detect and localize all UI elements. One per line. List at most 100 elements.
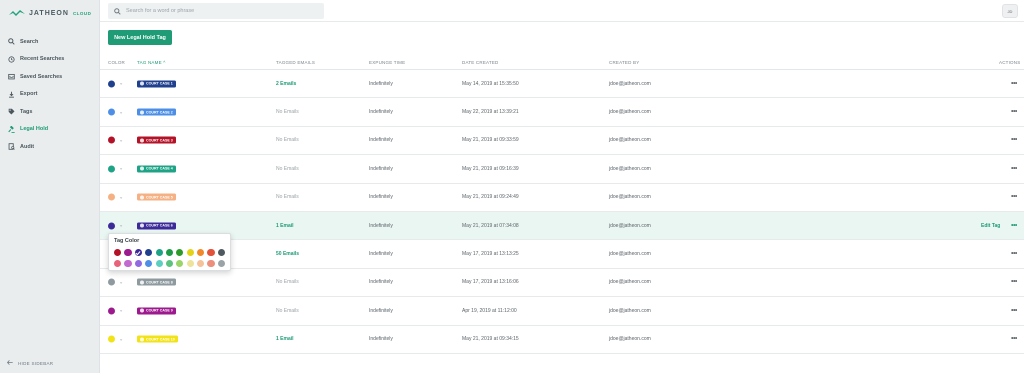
created-by: jdoe@jatheon.com [609,194,651,201]
color-picker-trigger[interactable]: ⌄ [108,222,123,230]
tagged-emails[interactable]: 50 Emails [276,251,299,257]
color-swatch[interactable] [145,249,153,257]
color-swatch[interactable] [165,260,174,268]
tag-name: COURT CASE 6 [146,223,173,228]
sidebar-item-search[interactable]: Search [0,33,100,51]
color-picker-trigger[interactable]: ⌄ [108,80,123,88]
tag-icon [140,337,144,342]
color-swatch[interactable] [197,249,205,257]
tagged-emails[interactable]: 2 Emails [276,81,296,87]
more-actions-icon[interactable]: ••• [1011,80,1017,87]
color-swatch[interactable] [207,249,215,257]
color-swatch[interactable] [176,260,184,268]
new-legal-hold-tag-button[interactable]: New Legal Hold Tag [108,30,172,45]
table-row[interactable]: ⌄ COURT CASE 2 No Emails Indefinitely May 22… [100,98,1024,127]
expunge-time: Indefinitely [369,80,393,87]
check-icon [135,250,141,256]
date-created: May 21, 2019 at 09:24:49 [462,194,519,201]
table-row[interactable]: ⌄ COURT CASE 6 1 Email Indefinitely May 21, … [100,211,1024,241]
table-row[interactable]: ⌄ COURT CASE 5 No Emails Indefinitely May 21… [100,184,1024,212]
app-logo[interactable]: JATHEON CLOUD [8,6,91,20]
tagged-emails: No Emails [276,307,299,314]
table-row[interactable]: ⌄COURT CASE 750 EmailsIndefinitelyMay 17… [100,240,1024,269]
tag-color-dot [108,193,115,201]
chevron-down-icon: ⌄ [119,137,124,144]
sidebar-item-label: Recent Searches [20,56,65,63]
sidebar-item-label: Export [20,91,38,98]
created-by: jdoe@jatheon.com [609,165,651,172]
color-swatch[interactable] [124,249,132,257]
more-actions-icon[interactable]: ••• [1011,222,1017,229]
color-swatch[interactable] [124,260,132,268]
sort-asc-icon: ^ [163,60,166,65]
column-header-tag-name[interactable]: TAG NAME ^ [137,60,166,65]
arrow-left-icon [6,360,13,366]
created-by: jdoe@jatheon.com [609,137,651,144]
color-swatch[interactable] [145,260,153,268]
color-swatch[interactable] [176,249,184,257]
sidebar-item-saved-searches[interactable]: Saved Searches [0,68,100,86]
history-icon [7,55,15,63]
tagged-emails[interactable]: 1 Email [276,336,294,342]
date-created: May 21, 2019 at 09:33:59 [462,137,519,144]
color-swatch[interactable] [217,260,225,268]
tagged-emails[interactable]: 1 Email [276,223,294,229]
tag-badge: COURT CASE 10 [137,335,178,343]
date-created: May 21, 2019 at 09:34:15 [462,336,519,343]
sidebar-item-legal-hold[interactable]: Legal Hold [0,121,100,139]
more-actions-icon[interactable]: ••• [1011,251,1017,258]
tag-color-dot [108,165,115,173]
color-swatch[interactable] [186,249,194,257]
color-swatch[interactable] [114,249,122,257]
table-row[interactable]: ⌄ COURT CASE 8 No Emails Indefinitely May 17… [100,269,1024,298]
more-actions-icon[interactable]: ••• [1011,194,1017,201]
audit-icon [7,143,15,151]
color-swatch[interactable] [134,260,142,268]
hide-sidebar-button[interactable]: HIDE SIDEBAR [6,360,53,366]
color-picker-trigger[interactable]: ⌄ [108,136,124,144]
table-row[interactable]: ⌄ COURT CASE 1 2 Emails Indefinitely May 14,… [100,70,1024,99]
more-actions-icon[interactable]: ••• [1011,165,1017,172]
color-picker-trigger[interactable]: ⌄ [108,193,123,201]
color-picker-trigger[interactable]: ⌄ [108,108,123,116]
date-created: May 17, 2019 at 13:16:06 [462,279,519,286]
color-swatch[interactable] [155,249,163,257]
sidebar-item-tags[interactable]: Tags [0,103,100,121]
more-actions-icon[interactable]: ••• [1011,137,1017,144]
color-swatch-selected[interactable] [134,249,142,257]
color-picker-trigger[interactable]: ⌄ [108,307,123,315]
sidebar-item-export[interactable]: Export [0,86,100,104]
logo-suffix: CLOUD [72,10,92,16]
sidebar-item-audit[interactable]: Audit [0,138,100,156]
color-swatch[interactable] [165,249,174,257]
tagged-emails: No Emails [276,165,299,172]
sidebar-item-recent-searches[interactable]: Recent Searches [0,51,100,69]
date-created: Apr 19, 2019 at 11:12:00 [462,307,517,314]
more-actions-icon[interactable]: ••• [1011,336,1017,343]
tag-color-dot [108,307,115,315]
table-row[interactable]: ⌄ COURT CASE 9 No Emails Indefinitely Apr 19… [100,297,1024,326]
more-actions-icon[interactable]: ••• [1011,279,1017,286]
color-picker-trigger[interactable]: ⌄ [108,165,123,173]
more-actions-icon[interactable]: ••• [1011,307,1017,314]
color-swatch[interactable] [186,260,194,268]
color-swatch[interactable] [155,260,163,268]
color-swatch[interactable] [197,260,205,268]
tagged-emails: No Emails [276,194,299,201]
search-input[interactable] [126,8,316,14]
user-avatar[interactable]: JD [1002,4,1018,18]
more-actions-icon[interactable]: ••• [1011,109,1017,116]
tag-icon [140,308,144,313]
color-picker-trigger[interactable]: ⌄ [108,278,123,286]
tag-name: COURT CASE 9 [146,308,173,313]
table-row[interactable]: ⌄ COURT CASE 10 1 Email Indefinitely May 21,… [100,326,1024,354]
color-swatch[interactable] [114,260,122,268]
color-picker-trigger[interactable]: ⌄ [108,335,123,343]
edit-tag-link[interactable]: Edit Tag [981,223,1000,229]
table-row[interactable]: ⌄ COURT CASE 3 No Emails Indefinitely May 21… [100,127,1024,156]
table-row[interactable]: ⌄ COURT CASE 4 No Emails Indefinitely May 21… [100,155,1024,184]
tag-badge: COURT CASE 5 [137,193,176,201]
color-swatch[interactable] [217,249,225,257]
color-swatch[interactable] [207,260,215,268]
search-box[interactable] [108,3,324,19]
